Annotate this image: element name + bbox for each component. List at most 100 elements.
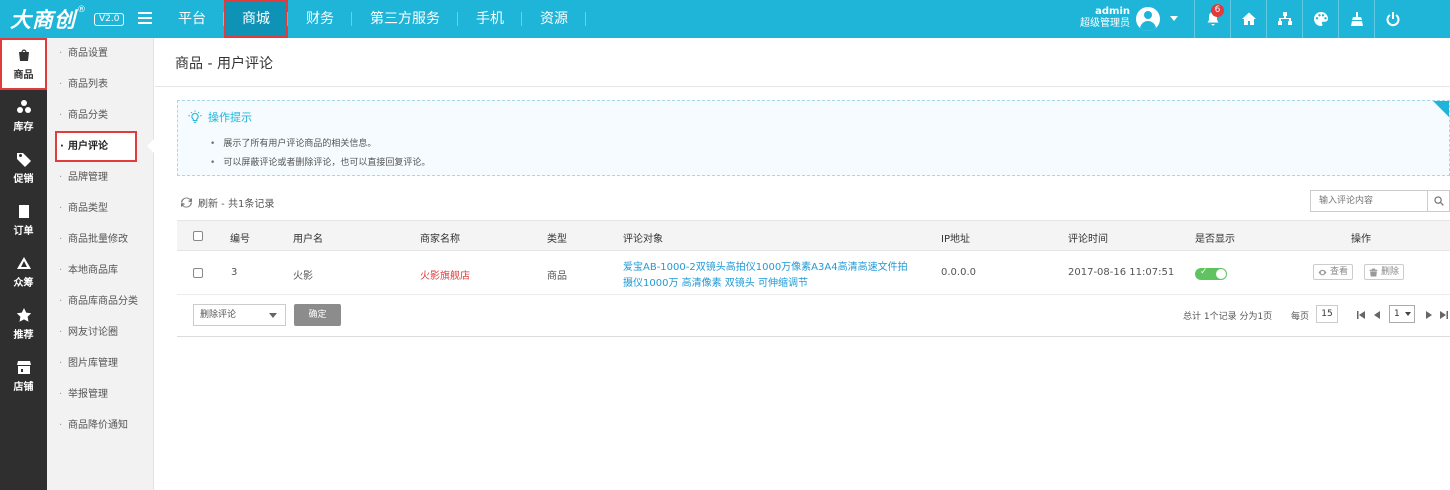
user-role: 超级管理员 (1080, 18, 1130, 29)
col-time[interactable]: 评论时间 (1068, 230, 1108, 245)
tips-collapse-corner[interactable] (1433, 101, 1449, 117)
nav-item-mall[interactable]: 商城 (224, 0, 288, 38)
user-name: admin (1095, 6, 1130, 17)
nav-item-finance[interactable]: 财务 (288, 0, 352, 38)
nav-item-resources[interactable]: 资源 (522, 0, 586, 38)
pager-summary: 总计 1个记录 分为1页 (1183, 312, 1273, 322)
tips-title: 操作提示 (208, 111, 252, 124)
col-id[interactable]: 编号 (230, 230, 250, 245)
user-info[interactable]: admin 超级管理员 (1080, 6, 1130, 30)
search-input[interactable] (1311, 191, 1427, 211)
per-page-label: 每页 (1291, 312, 1310, 322)
bulk-action-select[interactable]: 删除评论 (193, 304, 286, 326)
cell-target-link[interactable]: 爱宝AB-1000-2双镜头高拍仪1000万像素A3A4高清高速文件拍摄仪100… (623, 260, 913, 292)
first-page-icon[interactable] (1356, 309, 1366, 319)
cell-id: 3 (231, 267, 238, 278)
sidebar-item-label: 商品 (13, 70, 34, 81)
table-row: 3 火影 火影旗舰店 商品 爱宝AB-1000-2双镜头高拍仪1000万像素A3… (177, 251, 1450, 295)
submenu-item-brand[interactable]: 品牌管理 (47, 162, 153, 193)
sidebar-item-goods[interactable]: 商品 (0, 38, 53, 90)
col-type: 类型 (547, 234, 567, 245)
sidebar-item-promo[interactable]: 促销 (0, 142, 47, 194)
tips-panel: 操作提示 展示了所有用户评论商品的相关信息。 可以屏蔽评论或者删除评论，也可以直… (177, 100, 1450, 176)
sidebar-item-label: 订单 (13, 226, 34, 237)
chevron-down-icon[interactable] (1170, 16, 1178, 21)
last-page-icon[interactable] (1439, 309, 1449, 319)
submenu-item-gallery[interactable]: 图片库管理 (47, 348, 153, 379)
row-checkbox[interactable] (193, 268, 203, 278)
power-icon[interactable] (1374, 0, 1410, 38)
sidebar-item-stock[interactable]: 库存 (0, 90, 47, 142)
per-page-input[interactable]: 15 (1316, 305, 1338, 323)
nav-item-third-party[interactable]: 第三方服务 (352, 0, 458, 38)
home-icon[interactable] (1230, 0, 1266, 38)
lightbulb-icon (188, 110, 202, 123)
tip-item: 可以屏蔽评论或者删除评论，也可以直接回复评论。 (210, 154, 430, 173)
divider (155, 86, 1450, 87)
notification-badge: 6 (1211, 4, 1224, 17)
tips-header: 操作提示 (188, 109, 252, 125)
refresh-button[interactable]: 刷新 - 共1条记录 (181, 195, 274, 210)
next-page-icon[interactable] (1424, 309, 1434, 319)
submenu-item-batch-edit[interactable]: 商品批量修改 (47, 224, 153, 255)
table-footer: 删除评论 确定 总计 1个记录 分为1页 每页 15 1 (177, 295, 1450, 337)
avatar[interactable] (1136, 7, 1160, 31)
palette-icon[interactable] (1302, 0, 1338, 38)
top-nav: 平台 商城 财务 第三方服务 手机 资源 (160, 0, 586, 38)
top-bar: 大商创 ® V2.0 平台 商城 财务 第三方服务 手机 资源 admin 超级… (0, 0, 1450, 38)
sidebar-item-label: 推荐 (13, 330, 34, 341)
submenu-active-pointer (147, 139, 154, 153)
submenu-item-goods-type[interactable]: 商品类型 (47, 193, 153, 224)
menu-toggle-icon[interactable] (138, 12, 152, 26)
clean-icon[interactable] (1338, 0, 1374, 38)
main-sidebar: 商品 库存 促销 订单 众筹 推荐 店铺 (0, 38, 53, 490)
cell-shop[interactable]: 火影旗舰店 (420, 267, 470, 282)
page-title: 商品 - 用户评论 (175, 56, 273, 72)
show-toggle[interactable] (1195, 267, 1227, 280)
search-box (1310, 190, 1450, 212)
eye-icon (1318, 269, 1327, 275)
submenu-item-local-library[interactable]: 本地商品库 (47, 255, 153, 286)
submenu-item-goods-settings[interactable]: 商品设置 (47, 38, 153, 69)
logo[interactable]: 大商创 ® V2.0 (10, 4, 125, 34)
submenu-item-goods-list[interactable]: 商品列表 (47, 69, 153, 100)
search-button[interactable] (1427, 191, 1449, 211)
submenu-item-library-category[interactable]: 商品库商品分类 (47, 286, 153, 317)
sitemap-icon[interactable] (1266, 0, 1302, 38)
select-all-checkbox[interactable] (193, 231, 203, 241)
submenu-item-price-drop[interactable]: 商品降价通知 (47, 410, 153, 441)
col-show: 是否显示 (1195, 234, 1235, 245)
stock-icon (16, 100, 31, 113)
cell-ip: 0.0.0.0 (941, 267, 976, 278)
delete-label: 删除 (1381, 267, 1400, 277)
cell-time: 2017-08-16 11:07:51 (1068, 267, 1175, 278)
goods-icon (18, 49, 29, 61)
sidebar-item-label: 促销 (13, 174, 34, 185)
tips-list: 展示了所有用户评论商品的相关信息。 可以屏蔽评论或者删除评论，也可以直接回复评论… (210, 135, 430, 173)
submenu-item-goods-category[interactable]: 商品分类 (47, 100, 153, 131)
view-button[interactable]: 查看 (1313, 264, 1354, 280)
sidebar-item-crowdfund[interactable]: 众筹 (0, 246, 47, 298)
submenu-item-reports[interactable]: 举报管理 (47, 379, 153, 410)
bell-icon[interactable]: 6 (1194, 0, 1230, 38)
crowdfund-icon (16, 257, 31, 269)
col-user: 用户名 (293, 234, 323, 245)
sidebar-item-recommend[interactable]: 推荐 (0, 298, 47, 350)
cell-type: 商品 (547, 271, 567, 282)
prev-page-icon[interactable] (1372, 309, 1382, 319)
submenu-item-user-comments[interactable]: 用户评论 (55, 131, 137, 162)
submenu-item-discussion[interactable]: 网友讨论圈 (47, 317, 153, 348)
confirm-button[interactable]: 确定 (294, 304, 341, 326)
col-target: 评论对象 (623, 234, 663, 245)
promo-icon (16, 153, 31, 167)
nav-item-mobile[interactable]: 手机 (458, 0, 522, 38)
refresh-label: 刷新 - 共1条记录 (198, 199, 275, 210)
logo-registered-mark: ® (77, 5, 86, 15)
sidebar-item-shops[interactable]: 店铺 (0, 350, 47, 402)
version-badge: V2.0 (94, 12, 125, 26)
page-select[interactable]: 1 (1389, 305, 1415, 323)
sidebar-item-orders[interactable]: 订单 (0, 194, 47, 246)
nav-item-platform[interactable]: 平台 (160, 0, 224, 38)
delete-button[interactable]: 删除 (1364, 264, 1405, 280)
tip-item: 展示了所有用户评论商品的相关信息。 (210, 135, 430, 154)
